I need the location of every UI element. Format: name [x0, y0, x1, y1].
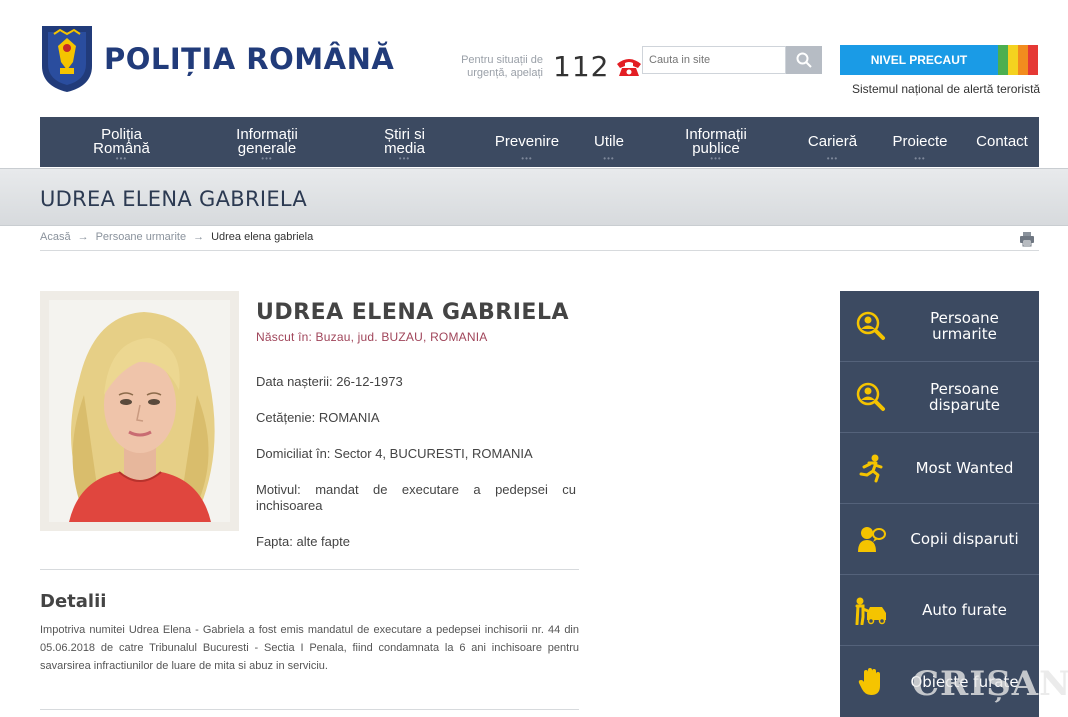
emergency-number: 112: [553, 50, 610, 83]
submenu-dots-icon: •••: [521, 154, 533, 163]
breadcrumb-current: Udrea elena gabriela: [211, 231, 314, 243]
birthplace: Născut în: Buzau, jud. BUZAU, ROMANIA: [256, 330, 488, 344]
sidebar-item-most-wanted[interactable]: Most Wanted: [840, 433, 1039, 504]
search-person-icon: [856, 382, 885, 411]
details-heading: Detalii: [40, 591, 107, 612]
nav-item-informatii-publice[interactable]: Informații publice •••: [642, 117, 790, 167]
motive: Motivul: mandat de executare a pedepsei …: [256, 482, 576, 513]
breadcrumb-arrow-icon: →: [193, 231, 205, 243]
site-logo[interactable]: POLIȚIA ROMÂNĂ: [40, 24, 394, 94]
nav-label: Carieră: [807, 133, 858, 150]
alert-bar-red: [1028, 45, 1038, 75]
sidebar-item-label: urmarite: [932, 325, 997, 343]
submenu-dots-icon: •••: [914, 154, 926, 163]
emergency-text-line2: urgență, apelați: [467, 66, 543, 79]
nav-item-stiri-media[interactable]: Știri si media •••: [331, 117, 478, 167]
alert-level-button[interactable]: NIVEL PRECAUT: [840, 45, 998, 75]
photo-frame: [40, 291, 239, 531]
search-box: [642, 46, 822, 74]
portrait-image: [49, 300, 230, 522]
sidebar-item-persoane-urmarite[interactable]: Persoane urmarite: [840, 291, 1039, 362]
hand-icon: [858, 667, 880, 695]
citizenship: Cetățenie: ROMANIA: [256, 410, 380, 425]
nav-label: Contact: [976, 133, 1028, 150]
birth-date: Data nașterii: 26-12-1973: [256, 374, 403, 389]
nav-item-cariera[interactable]: Carieră •••: [790, 117, 875, 167]
nav-item-proiecte[interactable]: Proiecte •••: [875, 117, 965, 167]
alert-level-bars: [998, 45, 1038, 75]
phone-icon: [617, 58, 642, 76]
deed: Fapta: alte fapte: [256, 534, 350, 549]
alert-bar-orange: [1018, 45, 1028, 75]
main-nav: Poliția Română ••• Informații generale •••…: [40, 117, 1039, 167]
residence: Domiciliat în: Sector 4, BUCURESTI, ROMA…: [256, 446, 533, 461]
sidebar-item-label: Persoane: [930, 309, 999, 327]
breadcrumb: Acasă → Persoane urmarite → Udrea elena …: [40, 231, 1039, 251]
car-thief-icon: [855, 597, 886, 625]
details-text: Impotriva numitei Udrea Elena - Gabriela…: [40, 624, 579, 672]
sidebar-menu: Persoane urmarite Persoane disparute Most …: [840, 291, 1039, 717]
submenu-dots-icon: •••: [826, 154, 839, 163]
alert-caption: Sistemul național de alertă teroristă: [852, 82, 1041, 96]
search-icon: [796, 52, 812, 68]
submenu-dots-icon: •••: [710, 154, 722, 163]
person-name: UDREA ELENA GABRIELA: [256, 300, 570, 325]
nav-item-informatii-generale[interactable]: Informații generale •••: [203, 117, 331, 167]
breadcrumb-arrow-icon: →: [77, 231, 89, 243]
divider: [40, 709, 579, 710]
alert-bar-green: [998, 45, 1008, 75]
coat-of-arms-icon: [42, 26, 92, 92]
breadcrumb-home[interactable]: Acasă: [40, 231, 71, 243]
nav-item-politia-romana[interactable]: Poliția Română •••: [40, 117, 203, 167]
nav-label: Proiecte: [892, 133, 948, 150]
nav-item-prevenire[interactable]: Prevenire •••: [478, 117, 576, 167]
page-title: UDREA ELENA GABRIELA: [40, 187, 308, 211]
search-input[interactable]: [642, 46, 786, 74]
nav-item-contact[interactable]: Contact: [965, 117, 1039, 167]
logo-text: POLIȚIA ROMÂNĂ: [104, 42, 395, 76]
emergency-info: Pentru situații de urgență, apelați 112: [455, 50, 643, 83]
sidebar-item-label: disparute: [928, 396, 1000, 414]
sidebar-item-auto-furate[interactable]: Auto furate: [840, 575, 1039, 646]
submenu-dots-icon: •••: [398, 154, 411, 163]
submenu-dots-icon: •••: [603, 154, 615, 163]
submenu-dots-icon: •••: [115, 154, 128, 163]
divider: [40, 569, 579, 570]
nav-label: Utile: [593, 133, 624, 150]
search-button[interactable]: [786, 46, 822, 74]
alert-level: NIVEL PRECAUT: [840, 45, 1038, 75]
nav-label: Prevenire: [494, 133, 560, 150]
sidebar-item-label: Copii disparuti: [910, 530, 1019, 548]
print-icon[interactable]: [1019, 231, 1035, 247]
alert-bar-yellow: [1008, 45, 1018, 75]
sidebar-item-label: Most Wanted: [915, 459, 1014, 477]
sidebar-item-copii-disparuti[interactable]: Copii disparuti: [840, 504, 1039, 575]
child-icon: [858, 527, 886, 552]
breadcrumb-section[interactable]: Persoane urmarite: [96, 231, 187, 243]
watermark: CRIȘANA: [912, 664, 1068, 704]
person-photo: [49, 300, 230, 522]
sidebar-item-label: Persoane: [930, 380, 999, 398]
sidebar-item-persoane-disparute[interactable]: Persoane disparute: [840, 362, 1039, 433]
sidebar-item-label: Auto furate: [922, 601, 1007, 619]
page-title-band: UDREA ELENA GABRIELA: [0, 168, 1068, 226]
nav-item-utile[interactable]: Utile •••: [576, 117, 642, 167]
submenu-dots-icon: •••: [261, 154, 273, 163]
search-person-icon: [856, 311, 885, 340]
emergency-text-line1: Pentru situații de: [461, 53, 543, 66]
running-person-icon: [859, 454, 883, 483]
